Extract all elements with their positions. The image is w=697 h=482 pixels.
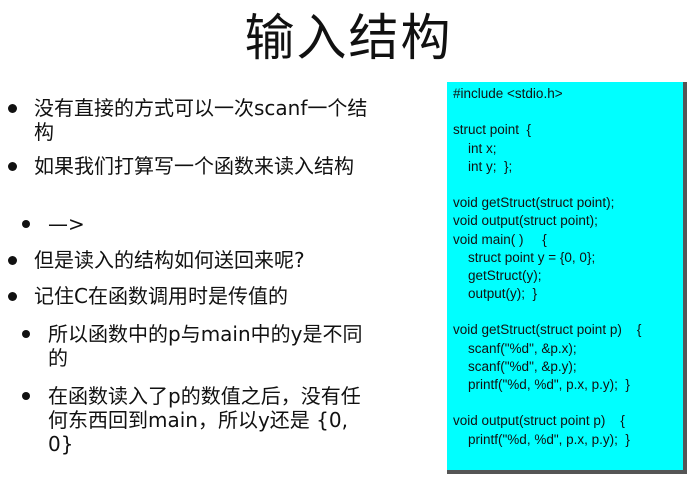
bullet-item: —>	[22, 212, 382, 236]
code-line: printf("%d, %d", p.x, p.y); }	[453, 377, 630, 392]
bullet-text: 如果我们打算写一个函数来读入结构	[34, 154, 354, 178]
code-line: printf("%d, %d", p.x, p.y); }	[453, 431, 630, 447]
code-line: void getStruct(struct point);	[453, 195, 615, 211]
code-line: scanf("%d", &p.y);	[453, 358, 577, 374]
bullet-item: 记住C在函数调用时是传值的	[8, 284, 368, 308]
bullet-item: 但是读入的结构如何送回来呢?	[8, 248, 368, 272]
bullet-dot-icon	[8, 256, 17, 265]
page-title: 输入结构	[244, 9, 453, 67]
bullet-text: —>	[48, 212, 85, 236]
code-line: int y; };	[453, 158, 513, 174]
code-line: #include <stdio.h>	[453, 86, 563, 101]
code-line: int x;	[453, 140, 497, 156]
code-line: struct point {	[453, 122, 532, 138]
bullet-text: 记住C在函数调用时是传值的	[34, 284, 288, 308]
bullet-dot-icon	[22, 392, 30, 400]
bullet-dot-icon	[8, 292, 17, 301]
code-line: void main( ) {	[453, 231, 547, 247]
code-block: #include <stdio.h> struct point { int x; …	[447, 82, 687, 474]
bullet-dot-icon	[22, 330, 30, 338]
bullet-dot-icon	[22, 220, 30, 228]
code-line: void output(struct point);	[453, 213, 598, 229]
bullet-text: 在函数读入了p的数值之后，没有任何东西回到main，所以y还是 {0, 0}	[48, 384, 361, 456]
bullet-dot-icon	[8, 162, 17, 171]
bullet-dot-icon	[8, 104, 17, 113]
code-line: struct point y = {0, 0};	[453, 249, 596, 265]
code-line: void output(struct point p) {	[453, 413, 625, 429]
bullet-item: 所以函数中的p与main中的y是不同的	[22, 322, 382, 370]
bullet-text: 没有直接的方式可以一次scanf一个结构	[34, 96, 368, 144]
bullet-item: 没有直接的方式可以一次scanf一个结构	[8, 96, 368, 144]
bullet-text: 所以函数中的p与main中的y是不同的	[48, 322, 363, 370]
bullet-item: 在函数读入了p的数值之后，没有任何东西回到main，所以y还是 {0, 0}	[22, 384, 382, 456]
code-line: void getStruct(struct point p) {	[453, 322, 642, 338]
code-line: getStruct(y);	[453, 267, 542, 283]
bullet-item: 如果我们打算写一个函数来读入结构	[8, 154, 368, 178]
code-line: scanf("%d", &p.x);	[453, 340, 577, 356]
code-line: output(y); }	[453, 286, 538, 302]
bullet-text: 但是读入的结构如何送回来呢?	[34, 248, 305, 272]
